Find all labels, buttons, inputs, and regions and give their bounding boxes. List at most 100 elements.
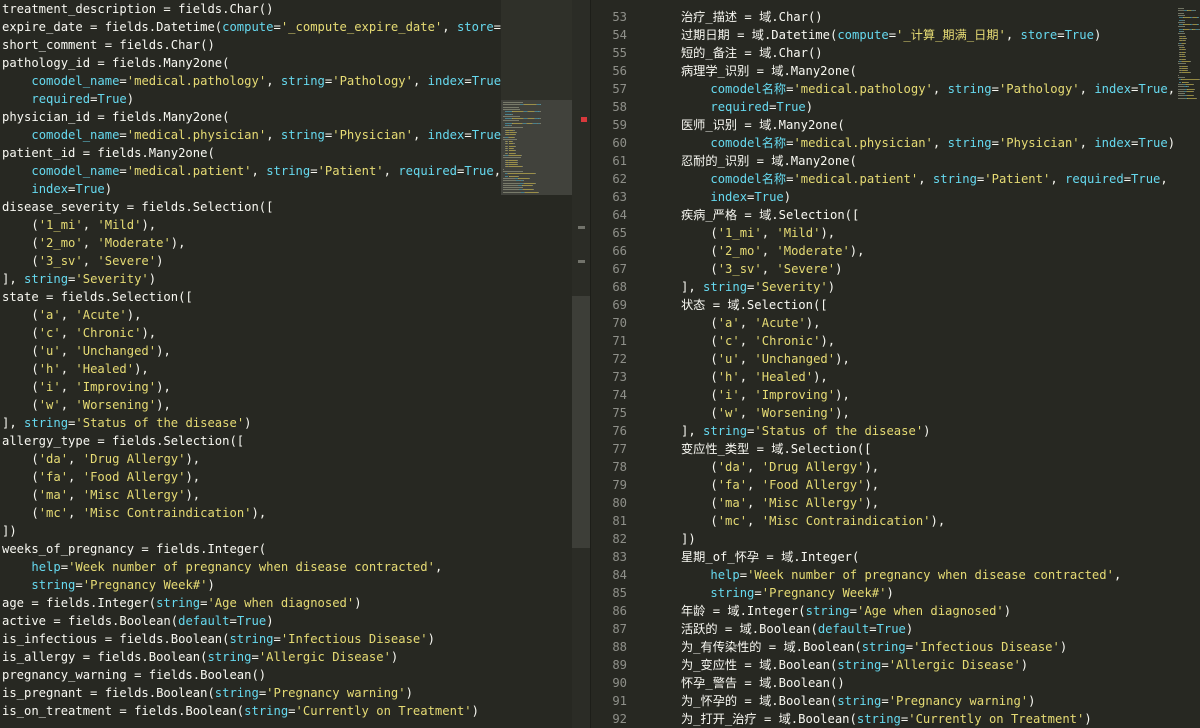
code-line[interactable]: 星期_of_怀孕 = 域.Integer( (681, 548, 1175, 566)
code-line[interactable]: ('u', 'Unchanged'), (2, 342, 508, 360)
code-line[interactable]: is_pregnant = fields.Boolean(string='Pre… (2, 684, 508, 702)
code-line[interactable]: ('i', 'Improving'), (2, 378, 508, 396)
code-line[interactable]: expire_date = fields.Datetime(compute='_… (2, 18, 508, 36)
code-line[interactable]: index=True) (2, 180, 508, 198)
code-line[interactable]: is_allergy = fields.Boolean(string='Alle… (2, 648, 508, 666)
code-line[interactable]: required=True) (2, 90, 508, 108)
code-line[interactable]: ('ma', 'Misc Allergy'), (2, 486, 508, 504)
code-line[interactable]: ('a', 'Acute'), (681, 314, 1175, 332)
code-line[interactable]: ]) (681, 530, 1175, 548)
code-line[interactable]: 为_打开_治疗 = 域.Boolean(string='Currently on… (681, 710, 1175, 728)
code-line[interactable]: 为_怀孕的 = 域.Boolean(string='Pregnancy warn… (681, 692, 1175, 710)
code-token: , (383, 164, 399, 178)
code-line[interactable]: patient_id = fields.Many2one( (2, 144, 508, 162)
code-line[interactable]: 变应性_类型 = 域.Selection([ (681, 440, 1175, 458)
code-line[interactable]: 医师_识别 = 域.Many2one( (681, 116, 1175, 134)
code-line[interactable]: allergy_type = fields.Selection([ (2, 432, 508, 450)
code-line[interactable]: comodel_name='medical.patient', string='… (2, 162, 508, 180)
code-line[interactable]: 短的_备注 = 域.Char() (681, 44, 1175, 62)
code-line[interactable]: ('fa', 'Food Allergy'), (2, 468, 508, 486)
code-line[interactable]: is_infectious = fields.Boolean(string='I… (2, 630, 508, 648)
code-line[interactable]: is_on_treatment = fields.Boolean(string=… (2, 702, 508, 720)
code-line[interactable]: help='Week number of pregnancy when dise… (681, 566, 1175, 584)
code-line[interactable]: ('c', 'Chronic'), (681, 332, 1175, 350)
code-line[interactable]: ('i', 'Improving'), (681, 386, 1175, 404)
code-line[interactable]: ('h', 'Healed'), (2, 360, 508, 378)
code-line[interactable]: comodel名称='medical.physician', string='P… (681, 134, 1175, 152)
code-line[interactable]: comodel_name='medical.pathology', string… (2, 72, 508, 90)
code-line[interactable]: ('mc', 'Misc Contraindication'), (681, 512, 1175, 530)
minimap-line (522, 184, 533, 186)
right-editor-pane[interactable]: 53 54 55 56 57 58 59 60 61 62 63 64 65 66 67 68 69 70 71 72… (591, 0, 1200, 728)
code-line[interactable]: comodel名称='medical.pathology', string='P… (681, 80, 1175, 98)
code-line[interactable]: ('h', 'Healed'), (681, 368, 1175, 386)
code-line[interactable]: state = fields.Selection([ (2, 288, 508, 306)
code-line[interactable]: weeks_of_pregnancy = fields.Integer( (2, 540, 508, 558)
code-line[interactable]: ('mc', 'Misc Contraindication'), (2, 504, 508, 522)
code-line[interactable]: help='Week number of pregnancy when dise… (2, 558, 508, 576)
code-line[interactable]: ('1_mi', 'Mild'), (681, 224, 1175, 242)
code-line[interactable]: 治疗_描述 = 域.Char() (681, 8, 1175, 26)
code-line[interactable]: ], string='Status of the disease') (681, 422, 1175, 440)
code-line[interactable]: 病理学_识别 = 域.Many2one( (681, 62, 1175, 80)
code-line[interactable]: ('ma', 'Misc Allergy'), (681, 494, 1175, 512)
scrollbar-marker (578, 226, 585, 229)
code-line[interactable]: ('fa', 'Food Allergy'), (681, 476, 1175, 494)
left-code-area[interactable]: treatment_description = fields.Char() exp… (2, 0, 508, 720)
code-line[interactable]: ('2_mo', 'Moderate'), (681, 242, 1175, 260)
code-line[interactable]: treatment_description = fields.Char() (2, 0, 508, 18)
code-line[interactable]: ('3_sv', 'Severe') (2, 252, 508, 270)
code-line[interactable]: ('u', 'Unchanged'), (681, 350, 1175, 368)
code-line[interactable]: ('da', 'Drug Allergy'), (681, 458, 1175, 476)
code-line[interactable]: ('2_mo', 'Moderate'), (2, 234, 508, 252)
left-editor-pane[interactable]: treatment_description = fields.Char() exp… (0, 0, 572, 728)
code-line[interactable]: required=True) (681, 98, 1175, 116)
code-line[interactable]: active = fields.Boolean(default=True) (2, 612, 508, 630)
code-token: , (739, 406, 755, 420)
code-line[interactable]: age = fields.Integer(string='Age when di… (2, 594, 508, 612)
left-scrollbar-thumb[interactable] (572, 296, 591, 548)
code-line[interactable]: comodel名称='medical.patient', string='Pat… (681, 170, 1175, 188)
code-line[interactable]: disease_severity = fields.Selection([ (2, 198, 508, 216)
code-token: = (119, 74, 127, 88)
code-line[interactable]: 忍耐的_识别 = 域.Many2one( (681, 152, 1175, 170)
code-line[interactable]: 疾病_严格 = 域.Selection([ (681, 206, 1175, 224)
code-line[interactable]: short_comment = fields.Char() (2, 36, 508, 54)
code-line[interactable]: ], string='Severity') (2, 270, 508, 288)
code-line[interactable]: comodel_name='medical.physician', string… (2, 126, 508, 144)
code-line[interactable]: ('3_sv', 'Severe') (681, 260, 1175, 278)
code-token: 'medical.pathology' (126, 74, 267, 88)
code-line[interactable]: string='Pregnancy Week#') (681, 584, 1175, 602)
code-line[interactable]: ('da', 'Drug Allergy'), (2, 450, 508, 468)
minimap-line (1186, 70, 1188, 72)
code-line[interactable]: string='Pregnancy Week#') (2, 576, 508, 594)
code-line[interactable]: 怀孕_警告 = 域.Boolean() (681, 674, 1175, 692)
code-line[interactable]: ('1_mi', 'Mild'), (2, 216, 508, 234)
code-line[interactable]: pathology_id = fields.Many2one( (2, 54, 508, 72)
code-line[interactable]: physician_id = fields.Many2one( (2, 108, 508, 126)
code-line[interactable]: 过期日期 = 域.Datetime(compute='_计算_期满_日期', s… (681, 26, 1175, 44)
code-line[interactable]: pregnancy_warning = fields.Boolean() (2, 666, 508, 684)
line-number: 87 (612, 622, 627, 636)
code-line[interactable]: 状态 = 域.Selection([ (681, 296, 1175, 314)
code-line[interactable]: ('a', 'Acute'), (2, 306, 508, 324)
minimap-line (1181, 79, 1199, 81)
left-minimap[interactable] (501, 0, 572, 195)
code-line[interactable]: 为_有传染性的 = 域.Boolean(string='Infectious D… (681, 638, 1175, 656)
code-line[interactable]: 活跃的 = 域.Boolean(default=True) (681, 620, 1175, 638)
minimap-line (505, 111, 512, 113)
code-line[interactable]: 年龄 = 域.Integer(string='Age when diagnose… (681, 602, 1175, 620)
right-code-area[interactable]: 治疗_描述 = 域.Char() 过期日期 = 域.Datetime(comput… (681, 8, 1175, 728)
code-line[interactable]: ]) (2, 522, 508, 540)
left-vertical-scrollbar[interactable] (572, 0, 591, 728)
code-line[interactable]: ], string='Severity') (681, 278, 1175, 296)
code-line[interactable]: index=True) (681, 188, 1175, 206)
right-minimap[interactable] (1176, 0, 1200, 728)
minimap-line (508, 154, 522, 156)
code-line[interactable]: ('w', 'Worsening'), (681, 404, 1175, 422)
code-line[interactable]: ('w', 'Worsening'), (2, 396, 508, 414)
code-line[interactable]: ('c', 'Chronic'), (2, 324, 508, 342)
code-line[interactable]: ], string='Status of the disease') (2, 414, 508, 432)
code-line[interactable]: 为_变应性 = 域.Boolean(string='Allergic Disea… (681, 656, 1175, 674)
